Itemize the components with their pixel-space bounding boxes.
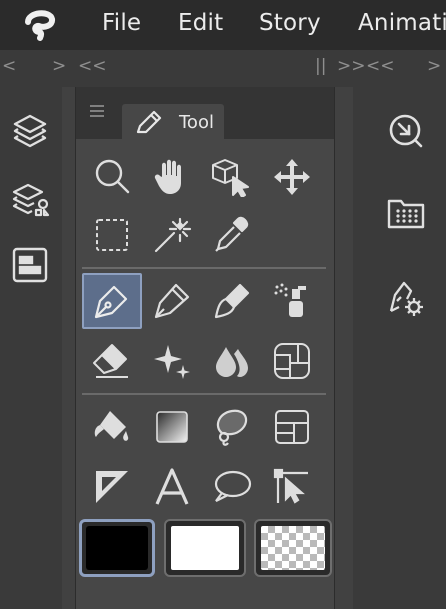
right-dock	[353, 87, 446, 609]
menu-file[interactable]: File	[102, 10, 141, 36]
expand-right-icon-2[interactable]: >	[427, 56, 441, 76]
menu-animation[interactable]: Animatio	[358, 10, 446, 36]
tab-tool-label: Tool	[179, 112, 214, 133]
fill-icon[interactable]	[82, 399, 142, 455]
eyedropper-icon[interactable]	[202, 207, 262, 263]
menu-story[interactable]: Story	[259, 10, 321, 36]
collapse-left-icon[interactable]: <	[2, 56, 16, 76]
tool-grid	[76, 139, 334, 609]
hand-icon[interactable]	[142, 149, 202, 205]
layers-icon[interactable]	[12, 112, 48, 148]
material-folder-icon[interactable]	[387, 195, 425, 229]
panel-header: Tool	[76, 87, 334, 139]
dock-collapse-bar: < > << || >> << >	[0, 50, 446, 87]
eraser-icon[interactable]	[82, 333, 142, 389]
layer-property-icon[interactable]	[12, 182, 52, 218]
frame-border-icon[interactable]	[262, 399, 322, 455]
menu-edit[interactable]: Edit	[178, 10, 223, 36]
left-dock	[0, 87, 62, 609]
search-history-icon[interactable]	[387, 112, 425, 150]
selection-icon[interactable]	[82, 207, 142, 263]
airbrush-icon[interactable]	[262, 273, 322, 329]
object-icon[interactable]	[202, 149, 262, 205]
move-icon[interactable]	[262, 149, 322, 205]
collapse-all-left-icon-2[interactable]: <<	[366, 56, 395, 76]
ruler-icon[interactable]	[82, 459, 142, 515]
sub-tool-settings-icon[interactable]	[387, 279, 427, 319]
panel-grip-icon[interactable]: ||	[315, 56, 326, 76]
blend-icon[interactable]	[202, 333, 262, 389]
menu-bar: File Edit Story Animatio	[0, 0, 446, 50]
figure-icon[interactable]	[262, 333, 322, 389]
tool-group-divider-2	[82, 393, 326, 395]
text-icon[interactable]	[142, 459, 202, 515]
correct-line-icon[interactable]	[262, 459, 322, 515]
sub-color-swatch[interactable]	[164, 519, 246, 577]
decoration-icon[interactable]	[142, 333, 202, 389]
gradient-icon[interactable]	[142, 399, 202, 455]
auto-select-icon[interactable]	[142, 207, 202, 263]
tab-tool[interactable]: Tool	[122, 104, 224, 139]
pencil-icon[interactable]	[142, 273, 202, 329]
pen-tool-icon	[134, 110, 164, 136]
clip-studio-logo-icon[interactable]	[22, 8, 58, 42]
hamburger-icon[interactable]	[90, 105, 104, 117]
pen-icon[interactable]	[82, 273, 142, 329]
tool-panel: Tool	[75, 87, 335, 609]
expand-all-right-icon[interactable]: >>	[337, 56, 366, 76]
lasso-fill-icon[interactable]	[202, 399, 262, 455]
expand-right-icon[interactable]: >	[52, 56, 66, 76]
main-color-swatch[interactable]	[79, 519, 155, 577]
tool-group-divider	[82, 267, 326, 269]
balloon-icon[interactable]	[202, 459, 262, 515]
brush-icon[interactable]	[202, 273, 262, 329]
collapse-all-left-icon[interactable]: <<	[78, 56, 107, 76]
navigator-icon[interactable]	[12, 247, 48, 283]
transparent-color-swatch[interactable]	[254, 519, 332, 577]
zoom-icon[interactable]	[82, 149, 142, 205]
